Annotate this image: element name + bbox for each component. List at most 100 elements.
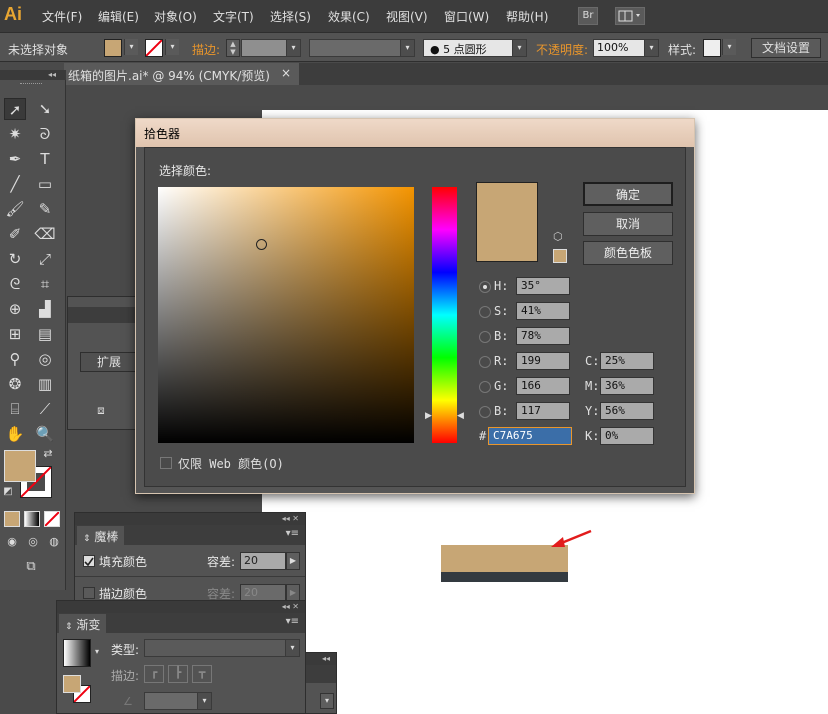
panel-collapse-icon[interactable]: ◂◂ ✕ — [75, 513, 305, 525]
mesh-tool-icon[interactable]: ⊞ — [4, 323, 26, 345]
gamut-color-swatch[interactable] — [553, 249, 567, 263]
hue-field[interactable]: 35° — [516, 277, 570, 295]
pencil-tool-icon[interactable]: ✎ — [34, 198, 56, 220]
stroke-across-icon[interactable]: ┳ — [192, 665, 212, 683]
green-radio[interactable] — [479, 381, 491, 393]
variable-width-profile[interactable]: ▾ — [309, 39, 415, 57]
chevron-down-icon[interactable]: ▾ — [722, 39, 736, 55]
gradient-type-dropdown[interactable]: ▾ — [144, 639, 300, 657]
magic-wand-tool-icon[interactable]: ✷ — [4, 123, 26, 145]
fill-color-box[interactable] — [4, 450, 36, 482]
menu-effect[interactable]: 效果(C) — [328, 8, 370, 25]
rectangle-tool-icon[interactable]: ▭ — [34, 173, 56, 195]
out-of-gamut-cube-icon[interactable]: ⬡ — [553, 230, 563, 243]
hex-field[interactable]: C7A675 — [488, 427, 572, 445]
hue-radio[interactable] — [479, 281, 491, 293]
warp-tool-icon[interactable]: ᘓ — [4, 273, 26, 295]
menu-window[interactable]: 窗口(W) — [444, 8, 489, 25]
arrange-documents-button[interactable] — [615, 7, 645, 25]
black-field[interactable]: 0% — [600, 427, 654, 445]
fill-color-checkbox[interactable] — [83, 555, 95, 567]
stroke-weight-field[interactable]: ▾ — [241, 39, 301, 57]
brush-definition-dropdown[interactable]: ● 5 点圆形 ▾ — [423, 39, 527, 57]
symbol-sprayer-tool-icon[interactable]: ❂ — [4, 373, 26, 395]
graph-tool-icon[interactable]: ▟ — [34, 298, 56, 320]
ok-button[interactable]: 确定 — [583, 182, 673, 206]
chevron-down-icon[interactable]: ▾ — [644, 40, 658, 56]
draw-inside-icon[interactable]: ◍ — [44, 533, 64, 551]
hand-tool-icon[interactable]: ✋ — [4, 423, 26, 445]
blend-tool-icon[interactable]: ◎ — [34, 348, 56, 370]
carton-bottom-shape[interactable] — [441, 572, 568, 582]
draw-normal-icon[interactable]: ◉ — [2, 533, 22, 551]
panel-menu-icon[interactable]: ▾≡ — [286, 616, 299, 627]
slice-tool-icon[interactable]: ⟋ — [34, 398, 56, 420]
chevron-down-icon[interactable]: ▾ — [286, 40, 300, 56]
document-setup-button[interactable]: 文档设置 — [751, 38, 821, 58]
pen-tool-icon[interactable]: ✒ — [4, 148, 26, 170]
gradient-tab[interactable]: ⇕ 渐变 — [59, 614, 107, 635]
graphic-style-swatch[interactable] — [703, 39, 721, 57]
free-transform-tool-icon[interactable]: ⌗ — [34, 273, 56, 295]
menu-select[interactable]: 选择(S) — [270, 8, 311, 25]
chevron-down-icon[interactable]: ▾ — [512, 40, 526, 56]
eraser-tool-icon[interactable]: ⌫ — [34, 223, 56, 245]
rotate-tool-icon[interactable]: ↻ — [4, 248, 26, 270]
magic-wand-tab[interactable]: ⇕ 魔棒 — [77, 526, 125, 547]
shape-builder-tool-icon[interactable]: ⊕ — [4, 298, 26, 320]
saturation-field[interactable]: 41% — [516, 302, 570, 320]
brightness-radio[interactable] — [479, 331, 491, 343]
type-tool-icon[interactable]: T — [34, 148, 56, 170]
menu-help[interactable]: 帮助(H) — [506, 8, 548, 25]
gradient-preview-swatch[interactable] — [63, 639, 91, 667]
fill-tolerance-field[interactable]: 20 — [240, 552, 286, 570]
hue-slider-left-handle-icon[interactable]: ▶ — [425, 411, 432, 421]
document-tab[interactable]: 纸箱的图片.ai* @ 94% (CMYK/预览) × — [64, 63, 299, 85]
web-colors-only-checkbox[interactable] — [160, 457, 172, 469]
swap-colors-icon[interactable]: ⇄ — [40, 446, 56, 462]
cyan-field[interactable]: 25% — [600, 352, 654, 370]
scale-tool-icon[interactable]: ⤢ — [34, 248, 56, 270]
selection-tool-icon[interactable]: ➚ — [4, 98, 26, 120]
gradient-fill-swatch[interactable] — [63, 675, 81, 693]
color-field[interactable] — [158, 187, 414, 443]
object-icon[interactable]: ⧈ — [90, 399, 112, 421]
red-radio[interactable] — [479, 356, 491, 368]
color-swatches-button[interactable]: 颜色色板 — [583, 241, 673, 265]
default-colors-icon[interactable]: ◩ — [0, 484, 16, 500]
yellow-field[interactable]: 56% — [600, 402, 654, 420]
chevron-down-icon[interactable]: ▾ — [197, 693, 211, 709]
opacity-dropdown[interactable]: 100% ▾ — [593, 39, 659, 57]
panel-collapse-icon[interactable]: ◂◂ ✕ — [57, 601, 305, 613]
stroke-color-checkbox[interactable] — [83, 587, 95, 599]
saturation-radio[interactable] — [479, 306, 491, 318]
panel-grip[interactable] — [20, 83, 42, 85]
stroke-label[interactable]: 描边: — [192, 41, 220, 58]
menu-view[interactable]: 视图(V) — [386, 8, 428, 25]
menu-object[interactable]: 对象(O) — [154, 8, 197, 25]
menu-type[interactable]: 文字(T) — [213, 8, 254, 25]
stroke-weight-stepper[interactable]: ▲ ▼ — [226, 39, 240, 57]
color-field-cursor[interactable] — [256, 239, 267, 250]
line-tool-icon[interactable]: ╱ — [4, 173, 26, 195]
blue-radio[interactable] — [479, 406, 491, 418]
screen-mode-icon[interactable]: ⧉ — [18, 557, 44, 577]
zoom-tool-icon[interactable]: 🔍 — [34, 423, 56, 445]
artboard-tool-icon[interactable]: ⌸ — [4, 398, 26, 420]
hue-slider-right-handle-icon[interactable]: ◀ — [457, 411, 464, 421]
bridge-button[interactable]: Br — [578, 7, 598, 25]
cancel-button[interactable]: 取消 — [583, 212, 673, 236]
chevron-down-icon[interactable]: ▾ — [400, 40, 414, 56]
chevron-right-icon[interactable]: ▶ — [286, 552, 300, 570]
stroke-swatch[interactable] — [145, 39, 163, 57]
chevron-down-icon[interactable]: ▾ — [124, 39, 138, 55]
eyedropper-tool-icon[interactable]: ⚲ — [4, 348, 26, 370]
hue-slider[interactable] — [432, 187, 457, 443]
magenta-field[interactable]: 36% — [600, 377, 654, 395]
direct-selection-tool-icon[interactable]: ➘ — [34, 98, 56, 120]
none-mode-icon[interactable] — [44, 511, 60, 527]
red-field[interactable]: 199 — [516, 352, 570, 370]
chevron-down-icon[interactable]: ▾ — [320, 693, 334, 709]
blue-field[interactable]: 117 — [516, 402, 570, 420]
panel-menu-icon[interactable]: ▾≡ — [286, 528, 299, 539]
